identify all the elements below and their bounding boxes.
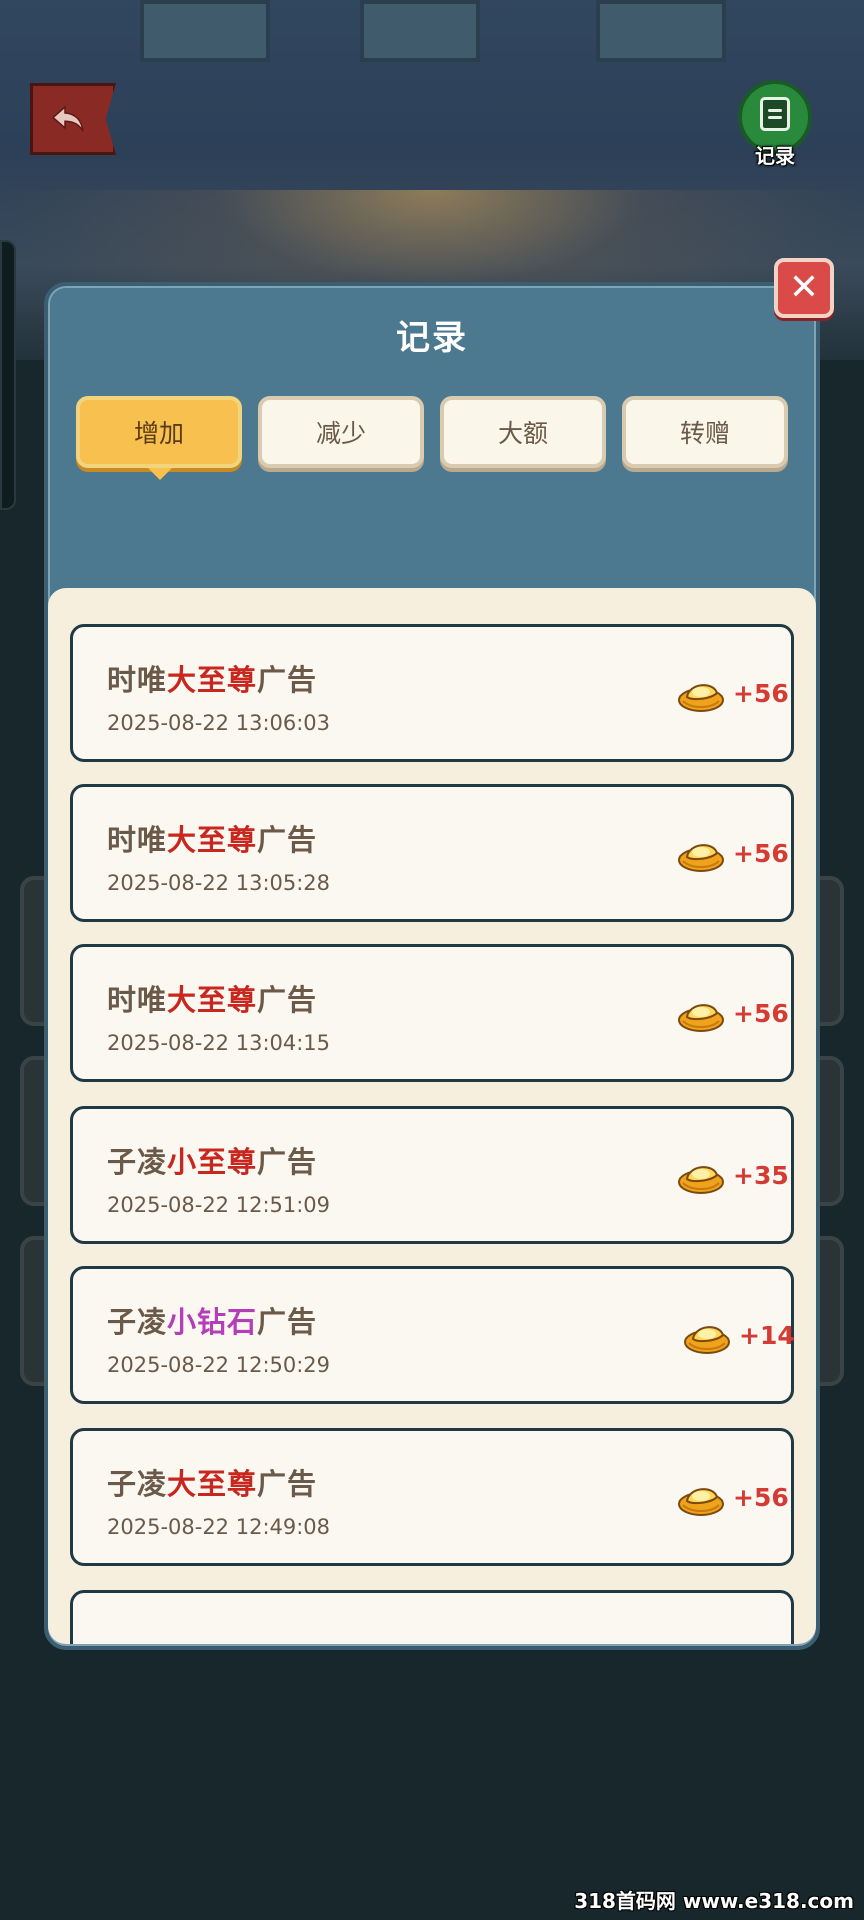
tab-decrease[interactable]: 减少 <box>258 396 424 468</box>
record-title-prefix: 时唯 <box>107 663 168 697</box>
record-title: 时唯大至尊广告 <box>107 817 317 859</box>
record-amount: +56 <box>733 999 789 1028</box>
record-title-prefix: 子凌 <box>107 1145 168 1179</box>
record-title-suffix: 广告 <box>257 1305 318 1339</box>
close-icon: ✕ <box>788 267 820 308</box>
record-title-highlight: 小至尊 <box>167 1145 258 1179</box>
gold-ingot-icon <box>678 684 724 712</box>
record-time: 2025-08-22 13:06:03 <box>107 711 331 735</box>
gold-ingot-icon <box>678 844 724 872</box>
gold-ingot-icon <box>684 1326 730 1354</box>
notebook-icon <box>760 97 790 131</box>
record-title-highlight: 大至尊 <box>167 983 258 1017</box>
record-title-prefix: 子凌 <box>107 1467 168 1501</box>
tab-increase[interactable]: 增加 <box>76 396 242 468</box>
record-title-prefix: 时唯 <box>107 823 168 857</box>
record-title: 时唯大至尊广告 <box>107 657 317 699</box>
record-time: 2025-08-22 13:05:28 <box>107 871 331 895</box>
gold-ingot-icon <box>678 1004 724 1032</box>
record-item: 时唯大至尊广告 2025-08-22 13:06:03 +56 <box>70 624 794 762</box>
record-title-highlight: 大至尊 <box>167 663 258 697</box>
record-amount: +56 <box>733 839 789 868</box>
record-amount: +56 <box>733 679 789 708</box>
gold-ingot-icon <box>678 1488 724 1516</box>
record-title-prefix: 时唯 <box>107 983 168 1017</box>
record-amount: +35 <box>733 1161 789 1190</box>
records-list[interactable]: 时唯大至尊广告 2025-08-22 13:06:03 +56 时唯大至尊广告 2025… <box>48 588 816 1644</box>
record-item: 时唯大至尊广告 2025-08-22 13:04:15 +56 <box>70 944 794 1082</box>
record-title: 子凌大至尊广告 <box>107 1461 317 1503</box>
close-button[interactable]: ✕ <box>774 258 834 318</box>
record-title-highlight: 大至尊 <box>167 823 258 857</box>
record-item-partial <box>70 1590 794 1644</box>
record-title-suffix: 广告 <box>257 983 318 1017</box>
record-amount: +56 <box>733 1483 789 1512</box>
record-title-prefix: 子凌 <box>107 1305 168 1339</box>
record-item: 时唯大至尊广告 2025-08-22 13:05:28 +56 <box>70 784 794 922</box>
record-title: 时唯大至尊广告 <box>107 977 317 1019</box>
record-time: 2025-08-22 13:04:15 <box>107 1031 331 1055</box>
modal-title: 记录 <box>396 318 468 358</box>
tab-transfer[interactable]: 转赠 <box>622 396 788 468</box>
record-title-suffix: 广告 <box>257 663 318 697</box>
record-title: 子凌小钻石广告 <box>107 1299 317 1341</box>
back-arrow-icon <box>51 105 84 132</box>
active-tab-pointer <box>148 468 172 480</box>
record-title-suffix: 广告 <box>257 1467 318 1501</box>
record-button-label: 记录 <box>755 144 795 168</box>
watermark: 318首码网 www.e318.com <box>574 1889 854 1913</box>
background-window <box>596 0 726 62</box>
record-title-highlight: 大至尊 <box>167 1467 258 1501</box>
record-time: 2025-08-22 12:50:29 <box>107 1353 331 1377</box>
record-time: 2025-08-22 12:49:08 <box>107 1515 331 1539</box>
record-item: 子凌小钻石广告 2025-08-22 12:50:29 +14 <box>70 1266 795 1404</box>
background-window <box>360 0 480 62</box>
record-title-suffix: 广告 <box>257 823 318 857</box>
tab-large-amount[interactable]: 大额 <box>440 396 606 468</box>
record-item: 子凌大至尊广告 2025-08-22 12:49:08 +56 <box>70 1428 794 1566</box>
background-window <box>140 0 270 62</box>
record-title: 子凌小至尊广告 <box>107 1139 317 1181</box>
record-amount: +14 <box>739 1321 795 1350</box>
gold-ingot-icon <box>678 1166 724 1194</box>
record-time: 2025-08-22 12:51:09 <box>107 1193 331 1217</box>
record-title-suffix: 广告 <box>257 1145 318 1179</box>
record-item: 子凌小至尊广告 2025-08-22 12:51:09 +35 <box>70 1106 794 1244</box>
back-button[interactable] <box>30 83 116 155</box>
record-title-highlight: 小钻石 <box>167 1305 258 1339</box>
background-side-tab <box>0 240 16 510</box>
record-button[interactable]: 记录 <box>738 80 812 168</box>
